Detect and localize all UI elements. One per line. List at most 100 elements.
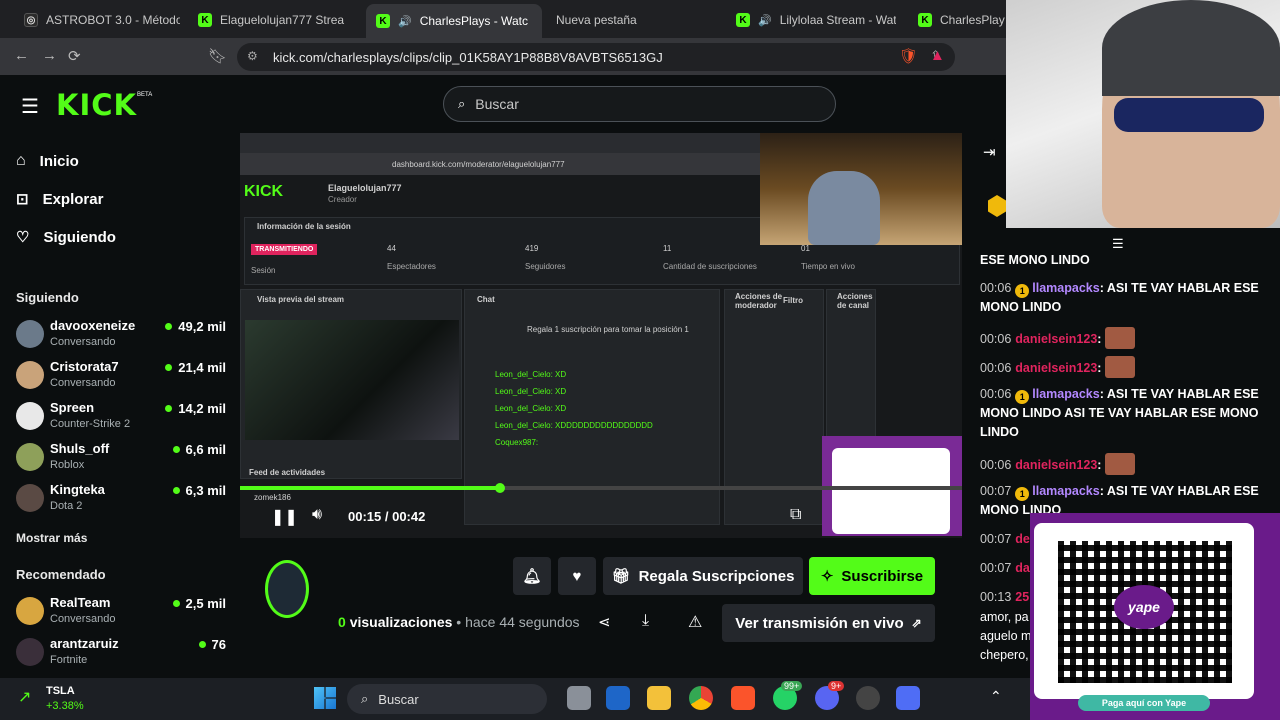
globe-icon: ◎: [24, 13, 38, 27]
follow-button[interactable]: ♥: [558, 557, 596, 595]
collapse-chat-icon[interactable]: ⇥: [983, 143, 996, 161]
streamer-avatar[interactable]: [265, 560, 309, 618]
chat-username[interactable]: llamapacks: [1032, 387, 1099, 401]
brave-icon[interactable]: [731, 686, 755, 710]
stock-ticker[interactable]: TSLA: [46, 685, 75, 697]
report-icon[interactable]: ⚠: [688, 612, 702, 632]
chat-username[interactable]: danielsein123: [1015, 458, 1097, 472]
bell-icon: 🔔︎: [522, 568, 542, 585]
clip-session-label: Sesión: [251, 266, 276, 275]
theater-icon[interactable]: ▭: [832, 506, 847, 526]
tab-label: Nueva pestaña: [556, 13, 637, 27]
taskbar-search[interactable]: ⌕ Buscar: [347, 684, 547, 714]
tab-astrobot[interactable]: ◎ ASTROBOT 3.0 - Método de: [14, 6, 180, 34]
sidebar-channel[interactable]: Cristorata7 Conversando 21,4 mil: [16, 359, 226, 395]
notification-bell-button[interactable]: 🔔︎: [513, 557, 551, 595]
sidebar-channel[interactable]: RealTeam Conversando 2,5 mil: [16, 595, 226, 631]
tab-charlesplay-2[interactable]: K CharlesPlay: [908, 6, 1006, 34]
compass-icon: ⊡: [16, 191, 29, 208]
sidebar-channel[interactable]: Spreen Counter-Strike 2 14,2 mil: [16, 400, 226, 436]
clip-channel: Elaguelolujan777: [328, 183, 402, 193]
tab-charlesplays-active[interactable]: K 🔊 CharlesPlays - Watc ✕: [366, 4, 542, 38]
nav-explorar[interactable]: ⊡ Explorar: [16, 190, 103, 209]
avatar: [16, 361, 44, 389]
outlook-icon[interactable]: [606, 686, 630, 710]
brave-shield-icon[interactable]: 🛡︎: [899, 47, 918, 65]
nav-siguiendo[interactable]: ♡ Siguiendo: [16, 228, 116, 247]
channel-game: Fortnite: [50, 654, 88, 666]
search-input[interactable]: ⌕ Buscar: [443, 86, 836, 122]
watch-live-button[interactable]: Ver transmisión en vivo ⇗: [722, 604, 935, 642]
clip-url: dashboard.kick.com/moderator/elagueloluj…: [392, 160, 565, 169]
back-icon[interactable]: ←: [14, 47, 29, 64]
watch-live-label: Ver transmisión en vivo: [735, 614, 904, 632]
yape-logo: yape: [1114, 585, 1174, 629]
avatar: [16, 597, 44, 625]
chat-emote: [1104, 453, 1135, 475]
speaker-icon[interactable]: 🔊: [398, 15, 412, 28]
streamer-cap: [1102, 0, 1280, 96]
gift-subs-button[interactable]: 🎁︎ Regala Suscripciones: [603, 557, 803, 595]
clip-kick-logo: KICK: [244, 183, 284, 200]
clip-filter: Filtro: [783, 296, 803, 305]
sidebar-channel[interactable]: Shuls_off Roblox 6,6 mil: [16, 441, 226, 477]
clip-activity-title: Feed de actividades: [249, 468, 326, 477]
site-info-icon[interactable]: ⚙: [247, 49, 258, 63]
viewer-count: 2,5 mil: [172, 596, 226, 611]
tab-label: Lilylolaa Stream - Watc: [779, 13, 896, 27]
clip-age: • hace 44 segundos: [456, 614, 580, 630]
chat-username[interactable]: danielsein123: [1015, 361, 1097, 375]
kick-icon: K: [736, 13, 750, 27]
obs-icon[interactable]: [856, 686, 880, 710]
subscribe-label: Suscribirse: [841, 567, 924, 585]
show-more-link[interactable]: Mostrar más: [16, 531, 87, 545]
chat-username[interactable]: llamapacks: [1032, 281, 1099, 295]
chat-username[interactable]: danielsein123: [1015, 332, 1097, 346]
clip-chat-line: Leon_del_Cielo: XD: [495, 370, 567, 379]
tab-elaguelolujan[interactable]: K Elaguelolujan777 Strea: [188, 6, 356, 34]
volume-icon[interactable]: 🔊︎: [312, 506, 322, 524]
channel-name: Kingteka: [50, 482, 105, 497]
taskbar: ↗ TSLA +3.38% ⌕ Buscar 99+ 9+ ⌃: [0, 678, 1030, 720]
chat-username[interactable]: llamapacks: [1032, 484, 1099, 498]
gift-icon: 🎁︎: [611, 568, 631, 585]
sidebar-channel[interactable]: arantzaruiz Fortnite 76: [16, 636, 226, 672]
tab-lilylolaa[interactable]: K 🔊 Lilylolaa Stream - Watc: [726, 6, 896, 34]
view-count: 0: [338, 614, 346, 630]
share-icon[interactable]: ⋖: [598, 613, 611, 631]
task-view-icon[interactable]: [567, 686, 591, 710]
seek-bar[interactable]: [240, 483, 962, 493]
file-explorer-icon[interactable]: [647, 686, 671, 710]
chat-message: 00:06 1 llamapacks: ASI TE VAY HABLAR ESE …: [980, 387, 1259, 439]
pip-icon[interactable]: ⧉: [790, 506, 801, 524]
reload-icon[interactable]: ⟳: [68, 47, 81, 65]
bookmark-icon[interactable]: 🔖︎: [208, 47, 227, 65]
app-icon[interactable]: [896, 686, 920, 710]
windows-start-icon[interactable]: [314, 687, 336, 709]
nav-inicio[interactable]: ⌂ Inicio: [16, 152, 79, 170]
tab-label: ASTROBOT 3.0 - Método de: [46, 13, 180, 27]
clip-follower: zomek186: [254, 493, 291, 502]
pause-icon[interactable]: ❚❚: [271, 507, 298, 527]
brave-rewards-icon[interactable]: ▲: [930, 47, 945, 64]
seek-handle[interactable]: [494, 483, 505, 493]
stock-chart-icon[interactable]: ↗: [18, 687, 31, 707]
nav-label: Inicio: [39, 152, 79, 170]
chevron-up-icon[interactable]: ⌃: [990, 688, 1002, 705]
settings-icon[interactable]: ⚙: [912, 506, 926, 526]
download-icon[interactable]: ⤓: [642, 612, 649, 630]
yape-cta: Paga aquí con Yape: [1078, 695, 1210, 711]
channel-name: Shuls_off: [50, 441, 110, 456]
sidebar-channel[interactable]: davooxeneize Conversando 49,2 mil: [16, 318, 226, 354]
chat-emote: [1104, 327, 1135, 349]
speaker-icon[interactable]: 🔊: [758, 14, 772, 27]
pinned-toggle-icon[interactable]: ☰: [1112, 236, 1124, 252]
forward-icon[interactable]: →: [42, 47, 57, 64]
fullscreen-icon[interactable]: ⛶: [872, 506, 883, 524]
address-bar[interactable]: ⚙ kick.com/charlesplays/clips/clip_01K58…: [237, 43, 955, 71]
sidebar-channel[interactable]: Kingteka Dota 2 6,3 mil: [16, 482, 226, 518]
tab-new[interactable]: Nueva pestaña: [546, 6, 716, 34]
subscribe-button[interactable]: ✧ Suscribirse: [809, 557, 935, 595]
streamer-figure: [808, 171, 880, 245]
chrome-icon[interactable]: [689, 686, 713, 710]
